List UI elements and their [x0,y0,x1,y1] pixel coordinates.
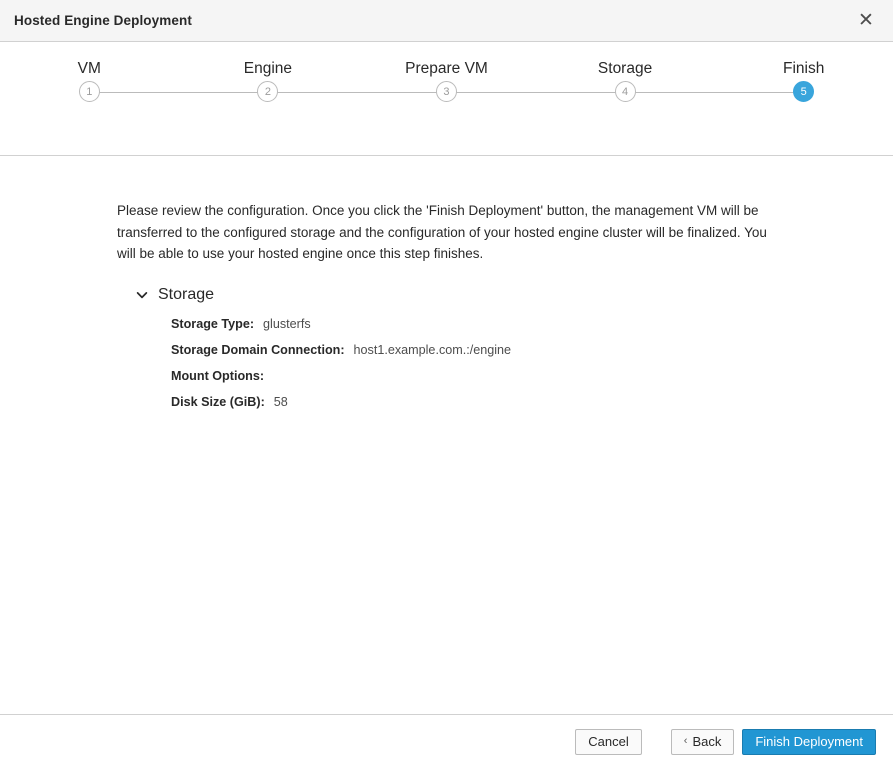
detail-value: glusterfs [263,316,311,331]
wizard-step-engine[interactable]: Engine 2 [178,42,358,156]
wizard-step-label: Finish [782,60,825,77]
review-instructions-text: Please review the configuration. Once yo… [117,203,767,261]
storage-section-header[interactable]: Storage [135,283,833,307]
wizard-step-storage[interactable]: Storage 4 [535,42,715,156]
detail-label: Mount Options: [171,368,265,383]
detail-row-storage-type: Storage Type: glusterfs [171,316,833,332]
detail-label: Storage Domain Connection: [171,342,345,357]
chevron-left-icon: ‹ [683,735,688,747]
step-connector-right [625,92,715,93]
dialog-title: Hosted Engine Deployment [14,13,192,28]
close-icon[interactable]: ✕ [853,8,879,34]
wizard-step-label: Prepare VM [405,60,488,77]
dialog-content: Please review the configuration. Once yo… [0,156,893,714]
detail-label: Disk Size (GiB): [171,394,265,409]
review-instructions: Please review the configuration. Once yo… [117,200,789,265]
finish-deployment-button[interactable]: Finish Deployment [742,728,876,755]
detail-row-mount-options: Mount Options: [171,368,833,384]
wizard-step-label: Storage [597,60,653,77]
detail-label: Storage Type: [171,316,255,331]
detail-row-storage-domain-connection: Storage Domain Connection: host1.example… [171,342,833,358]
wizard-step-label: VM [77,60,101,77]
step-connector-left [714,92,804,93]
wizard-step-finish[interactable]: Finish 5 [714,42,893,156]
cancel-button[interactable]: Cancel [575,728,642,755]
step-connector-right [267,92,358,93]
detail-row-disk-size: Disk Size (GiB): 58 [171,394,833,410]
wizard-step-prepare-vm[interactable]: Prepare VM 3 [357,42,536,156]
content-inner: Please review the configuration. Once yo… [0,200,893,410]
step-connector-left [535,92,626,93]
storage-summary-section: Storage Storage Type: glusterfs Storage … [117,283,833,410]
dialog-footer: Cancel ‹ Back Finish Deployment [0,714,893,768]
step-connector-right [446,92,536,93]
chevron-down-icon[interactable] [135,288,149,302]
step-connector-left [357,92,447,93]
back-button[interactable]: ‹ Back [670,728,735,755]
wizard-step-number[interactable]: 3 [435,81,457,102]
wizard-step-number[interactable]: 5 [793,81,815,102]
wizard-step-label: Engine [243,60,293,77]
detail-value: 58 [273,394,288,409]
wizard-steps: VM 1 Engine 2 Prepare VM 3 Storage 4 Fin… [0,42,893,156]
storage-section-body: Storage Type: glusterfs Storage Domain C… [117,316,833,410]
dialog-titlebar: Hosted Engine Deployment ✕ [0,0,893,42]
back-button-label: Back [692,734,722,749]
wizard-stepbar: VM 1 Engine 2 Prepare VM 3 Storage 4 Fin… [0,42,893,156]
wizard-step-vm[interactable]: VM 1 [0,42,179,156]
storage-section-title: Storage [158,285,215,303]
step-connector-left [178,92,268,93]
wizard-step-number[interactable]: 2 [257,81,279,102]
step-connector-right [89,92,179,93]
wizard-step-number[interactable]: 4 [614,81,636,102]
wizard-step-number[interactable]: 1 [78,81,100,102]
hosted-engine-deployment-dialog: Hosted Engine Deployment ✕ VM 1 Engine 2… [0,0,893,768]
detail-value: host1.example.com.:/engine [353,342,512,357]
